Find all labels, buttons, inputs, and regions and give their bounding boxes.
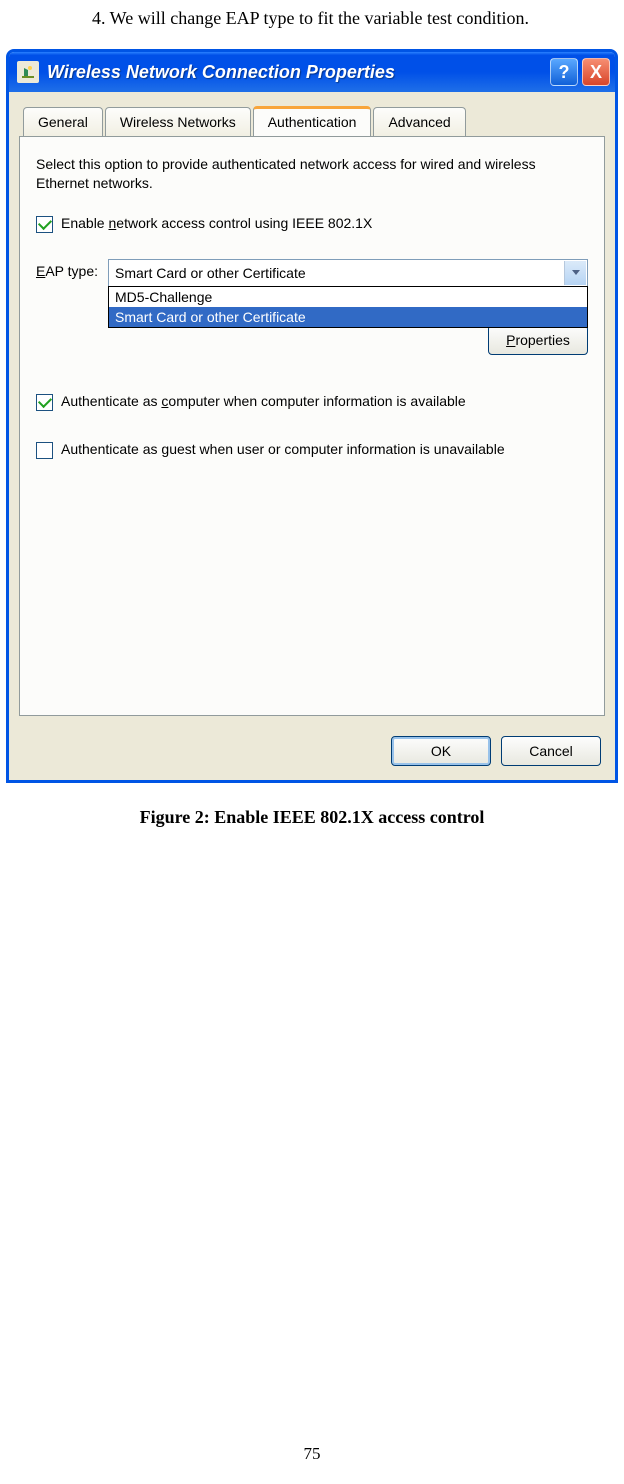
dialog-container: Wireless Network Connection Properties ?… — [6, 49, 618, 783]
tab-authentication[interactable]: Authentication — [253, 106, 372, 136]
page-number: 75 — [0, 1444, 624, 1464]
titlebar[interactable]: Wireless Network Connection Properties ?… — [9, 52, 615, 92]
eap-selected-text: Smart Card or other Certificate — [115, 265, 306, 281]
tab-advanced[interactable]: Advanced — [373, 107, 465, 137]
eap-type-dropdown[interactable]: MD5-Challenge Smart Card or other Certif… — [108, 286, 588, 328]
eap-type-combo[interactable]: Smart Card or other Certificate MD5-Chal… — [108, 259, 588, 287]
ok-button[interactable]: OK — [391, 736, 491, 766]
eap-type-display[interactable]: Smart Card or other Certificate — [108, 259, 588, 287]
figure-caption: Figure 2: Enable IEEE 802.1X access cont… — [0, 807, 624, 828]
authentication-panel: Select this option to provide authentica… — [19, 136, 605, 716]
eap-type-row: EAP type: Smart Card or other Certificat… — [36, 259, 588, 287]
auth-as-guest-label: Authenticate as guest when user or compu… — [61, 441, 505, 457]
enable-8021x-checkbox[interactable] — [36, 216, 53, 233]
properties-row: PPropertiesroperties — [36, 325, 588, 355]
tab-strip: General Wireless Networks Authentication… — [9, 92, 615, 136]
page-intro-text: 4. We will change EAP type to fit the va… — [0, 0, 624, 29]
cancel-button[interactable]: Cancel — [501, 736, 601, 766]
chevron-down-icon[interactable] — [564, 261, 586, 285]
enable-8021x-label: Enable network access control using IEEE… — [61, 215, 372, 231]
panel-description: Select this option to provide authentica… — [36, 155, 588, 193]
auth-as-guest-checkbox[interactable] — [36, 442, 53, 459]
eap-option-smartcard[interactable]: Smart Card or other Certificate — [109, 307, 587, 327]
tab-general[interactable]: General — [23, 107, 103, 137]
close-button[interactable]: X — [582, 58, 610, 86]
eap-type-label: EAP type: — [36, 259, 98, 279]
window-icon — [17, 61, 39, 83]
properties-button[interactable]: PPropertiesroperties — [488, 325, 588, 355]
eap-option-md5[interactable]: MD5-Challenge — [109, 287, 587, 307]
properties-dialog: Wireless Network Connection Properties ?… — [6, 49, 618, 783]
auth-as-guest-row[interactable]: Authenticate as guest when user or compu… — [36, 441, 588, 459]
help-button[interactable]: ? — [550, 58, 578, 86]
dialog-footer: OK Cancel — [9, 726, 615, 780]
enable-8021x-row[interactable]: Enable network access control using IEEE… — [36, 215, 588, 233]
tab-wireless-networks[interactable]: Wireless Networks — [105, 107, 251, 137]
window-title: Wireless Network Connection Properties — [47, 62, 550, 83]
auth-as-computer-checkbox[interactable] — [36, 394, 53, 411]
auth-as-computer-label: Authenticate as computer when computer i… — [61, 393, 466, 409]
auth-as-computer-row[interactable]: Authenticate as computer when computer i… — [36, 393, 588, 411]
